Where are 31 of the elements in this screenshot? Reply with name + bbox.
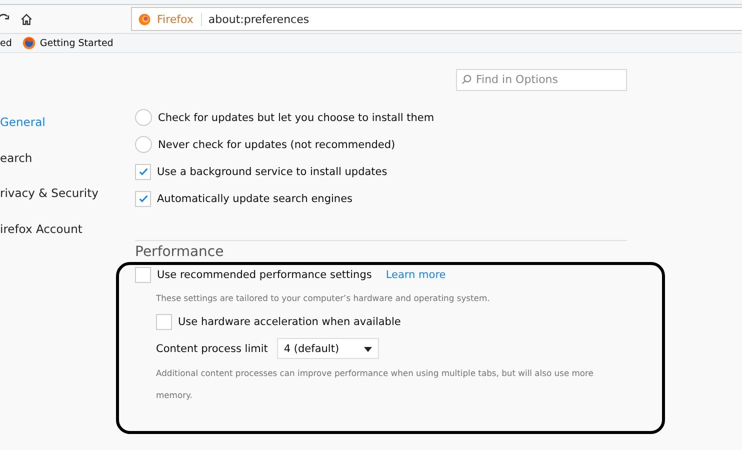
sidebar-item[interactable]: rivacy & Security [0,186,120,222]
section-heading: Performance [135,244,225,261]
checkbox[interactable] [135,266,151,282]
identity-label: Firefox [157,12,202,26]
option-label: Check for updates but let you choose to install them [158,112,434,124]
search-field[interactable]: Find in Options [456,68,627,90]
option-label: Never check for updates (not recommended) [158,138,396,150]
help-text: Additional content processes can improve performance when using multiple tabs, but will also use more memory. [155,367,594,402]
sidebar-item[interactable]: earch [0,150,120,186]
option-label: Use hardware acceleration when available [178,316,401,328]
address-bar[interactable]: Firefox about:preferences [131,7,742,31]
home-icon[interactable] [20,12,33,26]
radio-button[interactable] [135,136,152,153]
url-text: about:preferences [208,12,310,26]
bookmark-item[interactable]: Getting Started [40,38,114,48]
firefox-icon [138,12,151,26]
check-icon [138,193,148,204]
help-text: These settings are tailored to your computer’s hardware and operating system. [155,292,491,305]
sidebar-item[interactable]: irefox Account [0,222,120,257]
checkbox[interactable] [135,190,151,206]
bookmark-item[interactable]: ed [0,38,12,48]
option-label: Use a background service to install updates [157,166,388,178]
checkbox[interactable] [135,164,151,180]
process-limit-dropdown[interactable]: 4 (default) [276,338,379,359]
checkbox[interactable] [156,314,172,330]
option-label: Automatically update search engines [157,192,353,204]
option-label: Content process limit [156,342,268,354]
check-icon [138,166,148,177]
radio-button[interactable] [135,109,152,126]
option-label: Use recommended performance settings [157,268,372,280]
firefox-icon [22,36,36,50]
